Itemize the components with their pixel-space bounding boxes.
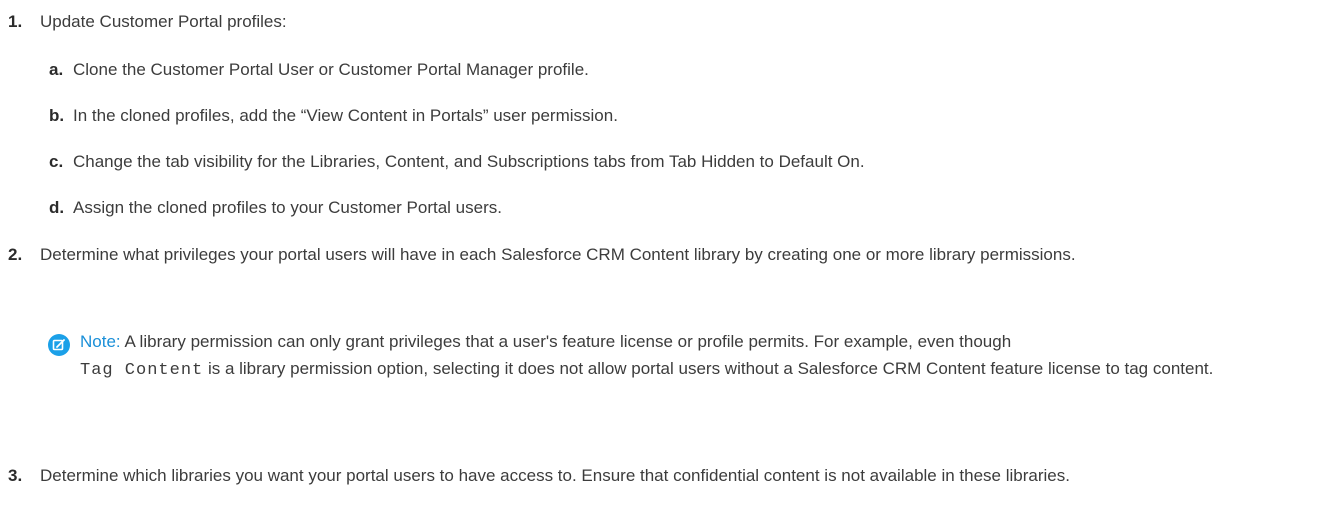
step-number: 3. [8,466,23,485]
step-number: 2. [8,245,23,264]
substep-text: Change the tab visibility for the Librar… [73,152,865,171]
note-text-before: A library permission can only grant priv… [124,332,1012,351]
substep-letter: c. [49,152,64,171]
substep-letter: b. [49,106,65,125]
step-number: 1. [8,12,23,31]
note-body: Note: A library permission can only gran… [80,328,1308,384]
substep-text: In the cloned profiles, add the “View Co… [73,106,618,125]
code-tag-content: Tag Content [80,361,204,380]
step-text: Update Customer Portal profiles: [40,12,287,31]
substep-text: Assign the cloned profiles to your Custo… [73,198,502,217]
substep-letter: a. [49,60,64,79]
step-text: Determine what privileges your portal us… [40,245,1076,264]
note-label: Note: [80,332,121,351]
substep-text: Clone the Customer Portal User or Custom… [73,60,589,79]
edit-note-icon [48,334,70,356]
substep-letter: d. [49,198,65,217]
note-text-after: is a library permission option, selectin… [207,359,1214,378]
document-page: 1. Update Customer Portal profiles: a. C… [0,0,1317,531]
step-text: Determine which libraries you want your … [40,466,1070,485]
